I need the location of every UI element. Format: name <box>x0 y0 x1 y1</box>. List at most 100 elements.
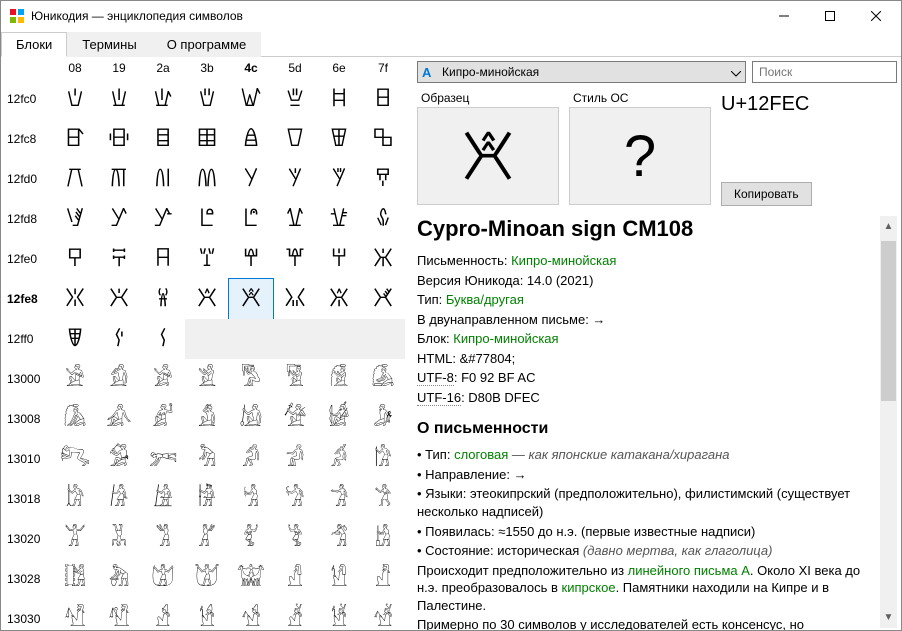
search-input[interactable] <box>752 61 897 83</box>
grid-cell[interactable]: 𓀁 <box>97 359 141 399</box>
grid-cell[interactable]: 𒿒 <box>141 159 185 199</box>
grid-cell[interactable]: 𓀩 <box>97 559 141 599</box>
grid-col-header[interactable]: 5d <box>273 57 317 79</box>
grid-row-label[interactable]: 12fd0 <box>1 172 53 186</box>
grid-cell[interactable]: 𒿦 <box>317 239 361 279</box>
grid-cell[interactable]: 𒿛 <box>185 199 229 239</box>
grid-cell[interactable]: 𒿏 <box>361 119 405 159</box>
grid-cell[interactable]: 𒿞 <box>317 199 361 239</box>
grid-cell[interactable]: 𓀦 <box>317 519 361 559</box>
grid-cell[interactable]: 𓀪 <box>141 559 185 599</box>
grid-cell[interactable]: 𒿗 <box>361 159 405 199</box>
grid-cell[interactable]: 𒿥 <box>273 239 317 279</box>
grid-cell[interactable]: 𓀵 <box>273 599 317 630</box>
grid-cell[interactable]: 𓀗 <box>361 439 405 479</box>
grid-cell[interactable]: 𒿎 <box>317 119 361 159</box>
link-cypriot[interactable]: кипрское <box>562 580 616 595</box>
grid-row-label[interactable]: 12fc0 <box>1 92 53 106</box>
grid-cell[interactable]: 𒿐 <box>53 159 97 199</box>
grid-cell[interactable]: 𓀐 <box>53 439 97 479</box>
grid-cell[interactable]: 𓀥 <box>273 519 317 559</box>
grid-cell[interactable]: 𓀔 <box>229 439 273 479</box>
grid-cell[interactable]: 𒿀 <box>53 79 97 119</box>
grid-cell[interactable]: 𒿩 <box>97 279 141 319</box>
grid-cell[interactable]: 𓀈 <box>53 399 97 439</box>
grid-cell[interactable]: 𓀋 <box>185 399 229 439</box>
grid-cell[interactable]: 𒿠 <box>53 239 97 279</box>
grid-row-label[interactable]: 13018 <box>1 492 53 506</box>
grid-row-label[interactable]: 13030 <box>1 612 53 626</box>
grid-cell[interactable]: 𓀕 <box>273 439 317 479</box>
grid-cell[interactable]: 𒿉 <box>97 119 141 159</box>
maximize-button[interactable] <box>807 1 853 31</box>
grid-cell[interactable]: 𒿬 <box>229 279 273 319</box>
grid-cell[interactable]: 𒿆 <box>317 79 361 119</box>
grid-cell[interactable]: 𓀑 <box>97 439 141 479</box>
grid-cell[interactable]: 𓀫 <box>185 559 229 599</box>
link-utf16[interactable]: UTF-16 <box>417 390 461 406</box>
grid-cell[interactable]: 𓀭 <box>273 559 317 599</box>
grid-cell[interactable]: 𒿤 <box>229 239 273 279</box>
grid-cell[interactable]: 𒿋 <box>185 119 229 159</box>
info-panel[interactable]: Cypro-Minoan sign CM108 Письменность: Ки… <box>417 214 897 630</box>
grid-cell[interactable]: 𓀆 <box>317 359 361 399</box>
grid-cell[interactable]: 𒿜 <box>229 199 273 239</box>
grid-cell[interactable]: 𓀄 <box>229 359 273 399</box>
grid-cell[interactable]: 𒿑 <box>97 159 141 199</box>
grid-row-label[interactable]: 13028 <box>1 572 53 586</box>
grid-cell[interactable]: 𓀖 <box>317 439 361 479</box>
grid-cell[interactable]: 𒿟 <box>361 199 405 239</box>
grid-cell[interactable]: 𓀶 <box>317 599 361 630</box>
grid-row-label[interactable]: 13000 <box>1 372 53 386</box>
copy-button[interactable]: Копировать <box>721 182 812 206</box>
grid-cell[interactable]: 𒿙 <box>97 199 141 239</box>
grid-row-label[interactable]: 13008 <box>1 412 53 426</box>
grid-cell[interactable]: 𒿡 <box>97 239 141 279</box>
minimize-button[interactable] <box>761 1 807 31</box>
grid-cell[interactable]: 𒿂 <box>141 79 185 119</box>
grid-cell[interactable]: 𓀣 <box>185 519 229 559</box>
link-type[interactable]: Буква/другая <box>446 292 524 307</box>
grid-cell[interactable]: 𒿲 <box>141 319 185 359</box>
grid-cell[interactable]: 𒿢 <box>141 239 185 279</box>
grid-body[interactable]: 12fc0𒿀𒿁𒿂𒿃𒿄𒿅𒿆𒿇12fc8𒿈𒿉𒿊𒿋𒿌𒿍𒿎𒿏12fd0𒿐𒿑𒿒𒿓𒿔𒿕𒿖𒿗1… <box>1 79 409 630</box>
grid-cell[interactable]: 𒿅 <box>273 79 317 119</box>
grid-cell[interactable]: 𓀂 <box>141 359 185 399</box>
grid-cell[interactable]: 𒿓 <box>185 159 229 199</box>
grid-cell[interactable]: 𒿃 <box>185 79 229 119</box>
grid-cell[interactable]: 𓀡 <box>97 519 141 559</box>
grid-cell[interactable]: 𓀇 <box>361 359 405 399</box>
grid-cell[interactable]: 𓀢 <box>141 519 185 559</box>
grid-cell[interactable]: 𓀓 <box>185 439 229 479</box>
grid-cell[interactable]: 𒿮 <box>317 279 361 319</box>
grid-col-header[interactable]: 08 <box>53 57 97 79</box>
grid-cell[interactable]: 𓀎 <box>317 399 361 439</box>
grid-cell[interactable]: 𒿣 <box>185 239 229 279</box>
grid-cell[interactable]: 𓀧 <box>361 519 405 559</box>
grid-col-header[interactable]: 3b <box>185 57 229 79</box>
link-syllabic[interactable]: слоговая <box>454 447 508 462</box>
grid-cell[interactable]: 𒿱 <box>97 319 141 359</box>
link-linear-a[interactable]: линейного письма А <box>628 563 750 578</box>
grid-row-label[interactable]: 12fc8 <box>1 132 53 146</box>
grid-cell[interactable]: 𓀀 <box>53 359 97 399</box>
grid-cell[interactable]: 𓀍 <box>273 399 317 439</box>
grid-cell[interactable]: 𓀌 <box>229 399 273 439</box>
grid-col-header[interactable]: 4c <box>229 57 273 79</box>
tab-blocks[interactable]: Блоки <box>1 32 67 57</box>
grid-row-label[interactable]: 13020 <box>1 532 53 546</box>
grid-cell[interactable]: 𒿇 <box>361 79 405 119</box>
grid-cell[interactable]: 𒿝 <box>273 199 317 239</box>
link-writing[interactable]: Кипро-минойская <box>511 253 616 268</box>
grid-cell[interactable]: 𓀱 <box>97 599 141 630</box>
grid-cell[interactable]: 𒿭 <box>273 279 317 319</box>
grid-cell[interactable]: 𓀝 <box>273 479 317 519</box>
grid-cell[interactable]: 𒿔 <box>229 159 273 199</box>
link-block[interactable]: Кипро-минойская <box>453 331 558 346</box>
scroll-up-icon[interactable]: ▲ <box>880 218 897 235</box>
tab-terms[interactable]: Термины <box>67 32 151 57</box>
grid-cell[interactable]: 𓀞 <box>317 479 361 519</box>
grid-cell[interactable]: 𓀠 <box>53 519 97 559</box>
grid-col-header[interactable]: 7f <box>361 57 405 79</box>
grid-cell[interactable]: 𒿰 <box>53 319 97 359</box>
